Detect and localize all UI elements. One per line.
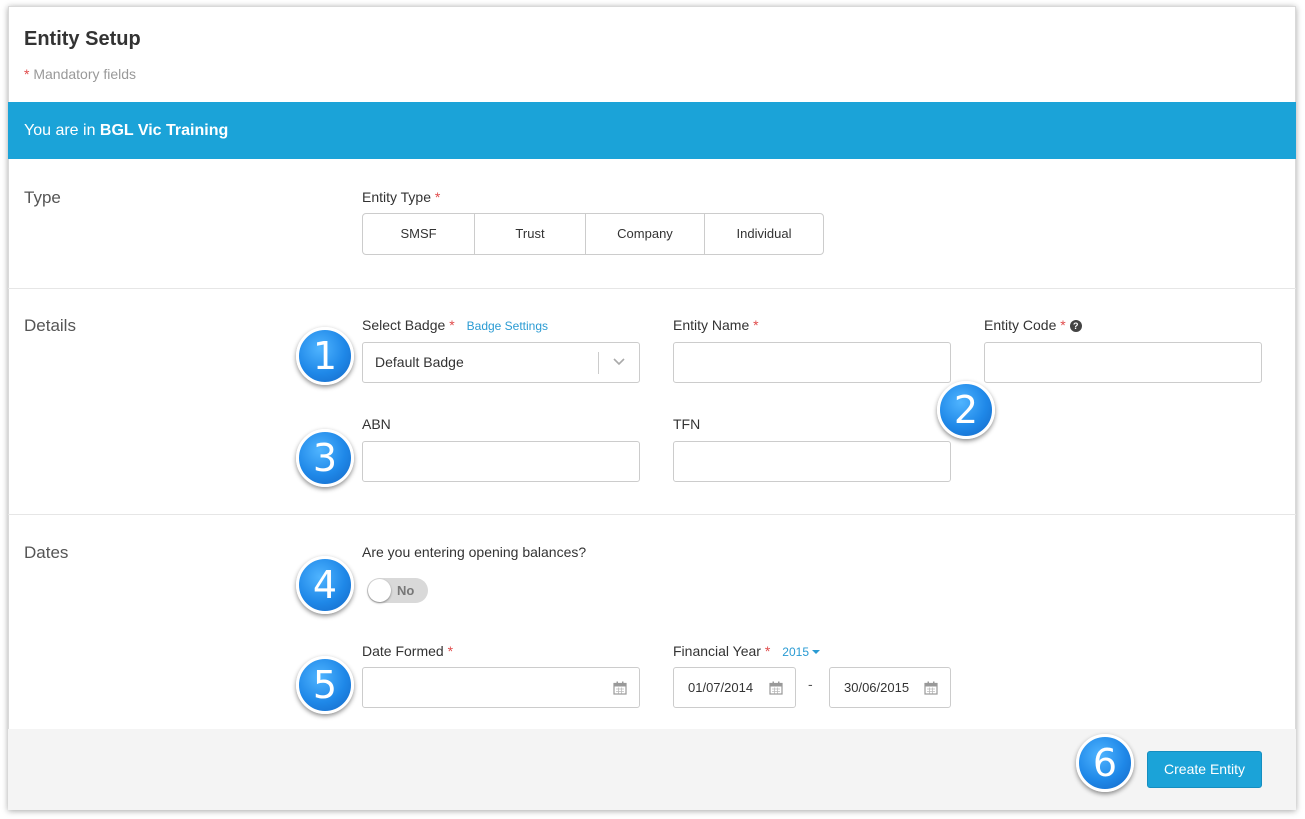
section-divider	[8, 514, 1296, 515]
entity-context-banner: You are in BGL Vic Training	[8, 102, 1296, 159]
step-marker-2: 2	[937, 381, 995, 439]
entity-type-option-company[interactable]: Company	[586, 214, 705, 254]
entity-name-input[interactable]	[673, 342, 951, 383]
financial-year-label: Financial Year * 2015	[673, 643, 820, 659]
financial-year-value: 2015	[782, 645, 809, 659]
entity-type-option-trust[interactable]: Trust	[475, 214, 586, 254]
section-label-type: Type	[24, 188, 61, 207]
entity-type-label-text: Entity Type	[362, 189, 432, 205]
date-formed-label: Date Formed *	[362, 643, 453, 659]
tfn-label: TFN	[673, 416, 701, 432]
create-entity-button[interactable]: Create Entity	[1147, 751, 1262, 788]
entity-code-label-text: Entity Code	[984, 317, 1057, 333]
opening-balances-toggle[interactable]: No	[367, 578, 428, 603]
entity-name-label: Entity Name *	[673, 317, 759, 333]
tfn-input[interactable]	[673, 441, 951, 482]
required-star: *	[764, 643, 771, 659]
entity-type-option-smsf[interactable]: SMSF	[363, 214, 475, 254]
step-marker-5: 5	[296, 656, 354, 714]
calendar-icon[interactable]	[613, 681, 627, 695]
step-marker-4: 4	[296, 556, 354, 614]
entity-code-input[interactable]	[984, 342, 1262, 383]
toggle-state-text: No	[397, 583, 415, 598]
date-range-separator: -	[808, 676, 813, 692]
mandatory-note-text: Mandatory fields	[33, 66, 137, 82]
fy-start-date-value: 01/07/2014	[688, 680, 754, 695]
section-label-dates: Dates	[24, 543, 69, 562]
step-marker-6: 6	[1076, 734, 1134, 792]
select-badge-label: Select Badge * Badge Settings	[362, 317, 548, 333]
banner-prefix: You are in	[24, 122, 96, 139]
toggle-knob	[368, 579, 391, 602]
entity-code-label: Entity Code *?	[984, 317, 1082, 333]
entity-type-option-individual[interactable]: Individual	[705, 214, 823, 254]
select-badge-label-text: Select Badge	[362, 317, 446, 333]
step-marker-3: 3	[296, 429, 354, 487]
banner-entity-name: BGL Vic Training	[99, 122, 229, 139]
required-star: *	[447, 643, 454, 659]
entity-name-label-text: Entity Name	[673, 317, 750, 333]
mandatory-note: * Mandatory fields	[24, 66, 136, 82]
fy-start-date-input[interactable]: 01/07/2014	[673, 667, 796, 708]
fy-end-date-value: 30/06/2015	[844, 680, 910, 695]
select-separator	[598, 352, 599, 374]
section-divider	[8, 288, 1296, 289]
entity-type-selector: SMSF Trust Company Individual	[362, 213, 824, 255]
required-star: *	[753, 317, 759, 333]
date-formed-label-text: Date Formed	[362, 643, 444, 659]
required-star: *	[449, 317, 455, 333]
calendar-icon[interactable]	[769, 681, 783, 695]
opening-balances-question: Are you entering opening balances?	[362, 544, 587, 560]
badge-select-value: Default Badge	[375, 354, 464, 370]
page-title: Entity Setup	[24, 28, 141, 50]
chevron-down-icon	[613, 358, 625, 366]
step-marker-1: 1	[296, 327, 354, 385]
required-star: *	[24, 66, 30, 82]
abn-label: ABN	[362, 416, 391, 432]
help-icon[interactable]: ?	[1069, 320, 1082, 332]
calendar-icon[interactable]	[924, 681, 938, 695]
entity-type-label: Entity Type *	[362, 189, 440, 205]
required-star: *	[434, 189, 441, 205]
section-label-details: Details	[24, 316, 76, 335]
financial-year-label-text: Financial Year	[673, 643, 761, 659]
fy-end-date-input[interactable]: 30/06/2015	[829, 667, 951, 708]
badge-select[interactable]: Default Badge	[362, 342, 640, 383]
badge-settings-link[interactable]: Badge Settings	[467, 319, 548, 333]
financial-year-dropdown[interactable]: 2015	[782, 645, 820, 659]
date-formed-input[interactable]	[362, 667, 640, 708]
abn-input[interactable]	[362, 441, 640, 482]
required-star: *	[1060, 317, 1066, 333]
caret-down-icon	[812, 650, 820, 654]
